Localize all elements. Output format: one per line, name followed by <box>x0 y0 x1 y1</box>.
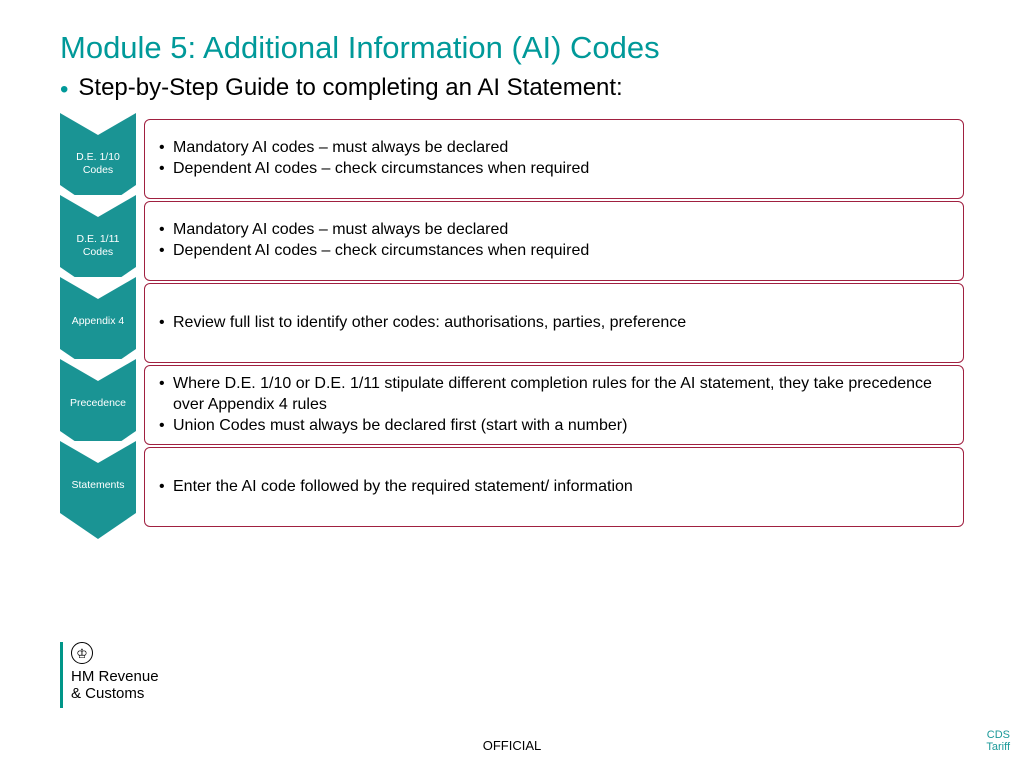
slide-title: Module 5: Additional Information (AI) Co… <box>60 30 964 66</box>
step-item: Review full list to identify other codes… <box>159 313 949 334</box>
step-box: Where D.E. 1/10 or D.E. 1/11 stipulate d… <box>144 365 964 445</box>
chevron-label: Precedence <box>60 397 136 410</box>
step-item: Mandatory AI codes – must always be decl… <box>159 138 949 159</box>
step-box: Mandatory AI codes – must always be decl… <box>144 119 964 199</box>
crown-icon: ♔ <box>71 642 93 664</box>
step-box: Mandatory AI codes – must always be decl… <box>144 201 964 281</box>
footer-classification: OFFICIAL <box>483 738 542 753</box>
step-box: Enter the AI code followed by the requir… <box>144 447 964 527</box>
chevron-icon: Statements <box>60 447 136 527</box>
logo-accent-bar <box>60 642 63 708</box>
chevron-icon: Appendix 4 <box>60 283 136 363</box>
chevron-label: Statements <box>60 479 136 492</box>
subtitle-text: Step-by-Step Guide to completing an AI S… <box>78 74 622 102</box>
step-item: Dependent AI codes – check circumstances… <box>159 241 949 262</box>
chevron-icon: D.E. 1/11 Codes <box>60 201 136 281</box>
step-box: Review full list to identify other codes… <box>144 283 964 363</box>
bullet-icon: • <box>60 74 68 105</box>
logo-text-line2: & Customs <box>71 685 159 702</box>
footer-right-text: CDS Tariff <box>982 729 1010 753</box>
chevron-icon: Precedence <box>60 365 136 445</box>
step-row: Precedence Where D.E. 1/10 or D.E. 1/11 … <box>60 365 964 445</box>
step-row: Statements Enter the AI code followed by… <box>60 447 964 527</box>
chevron-label: Appendix 4 <box>60 315 136 328</box>
steps-container: D.E. 1/10 Codes Mandatory AI codes – mus… <box>60 119 964 529</box>
step-row: D.E. 1/11 Codes Mandatory AI codes – mus… <box>60 201 964 281</box>
step-item: Mandatory AI codes – must always be decl… <box>159 220 949 241</box>
chevron-label: D.E. 1/10 Codes <box>60 151 136 176</box>
chevron-icon: D.E. 1/10 Codes <box>60 119 136 199</box>
logo-text-line1: HM Revenue <box>71 668 159 685</box>
subtitle-row: • Step-by-Step Guide to completing an AI… <box>60 74 964 105</box>
step-item: Union Codes must always be declared firs… <box>159 416 949 437</box>
chevron-label: D.E. 1/11 Codes <box>60 233 136 258</box>
step-row: Appendix 4 Review full list to identify … <box>60 283 964 363</box>
step-item: Enter the AI code followed by the requir… <box>159 477 949 498</box>
step-item: Dependent AI codes – check circumstances… <box>159 159 949 180</box>
step-row: D.E. 1/10 Codes Mandatory AI codes – mus… <box>60 119 964 199</box>
hmrc-logo: ♔ HM Revenue & Customs <box>60 642 159 708</box>
step-item: Where D.E. 1/10 or D.E. 1/11 stipulate d… <box>159 374 949 416</box>
